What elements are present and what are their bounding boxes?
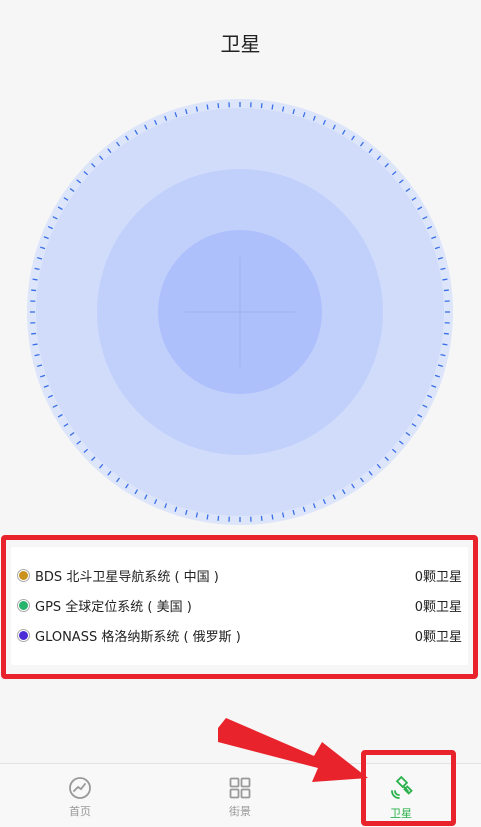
radar-tick — [261, 103, 262, 108]
radar-tick — [442, 279, 447, 280]
radar-tick — [31, 290, 36, 291]
radar-tick — [218, 103, 219, 108]
radar-tick — [218, 516, 219, 521]
radar-tick — [442, 344, 447, 345]
radar-tick — [31, 333, 36, 334]
radar-tick — [261, 516, 262, 521]
radar-tick — [444, 290, 449, 291]
radar-tick — [272, 514, 273, 519]
radar-tick — [207, 514, 208, 519]
radar-tick — [444, 333, 449, 334]
highlight-box — [1, 535, 478, 679]
tab-label: 首页 — [69, 803, 91, 819]
radar-tick — [272, 105, 273, 110]
tab-home[interactable]: 首页 — [30, 764, 130, 827]
satellite-radar — [25, 97, 455, 527]
speedometer-icon — [68, 776, 92, 800]
pointer-arrow-icon — [214, 712, 374, 784]
radar-tick — [33, 344, 38, 345]
highlight-box — [361, 750, 456, 826]
tab-label: 街景 — [229, 803, 251, 819]
page-title: 卫星 — [0, 28, 481, 57]
radar-tick — [207, 105, 208, 110]
radar-tick — [33, 279, 38, 280]
